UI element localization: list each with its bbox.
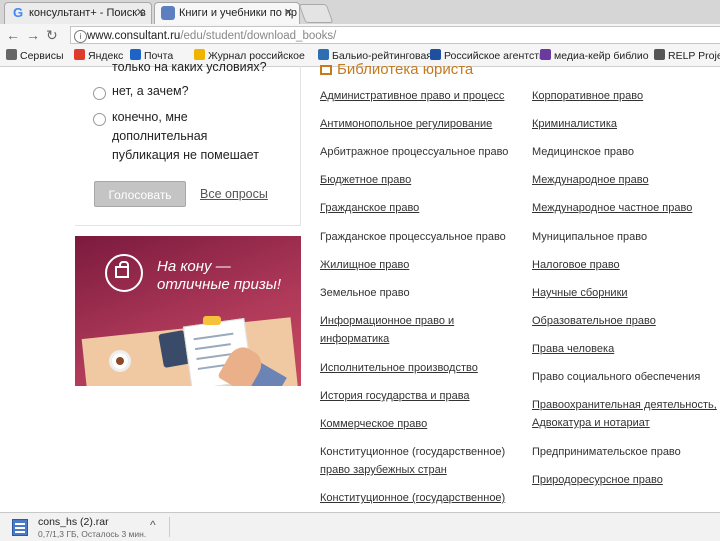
tab-title: консультант+ - Поиск в <box>29 7 146 19</box>
poll-option-yes-line2[interactable]: дополнительная <box>112 129 207 143</box>
chevron-up-icon[interactable]: ^ <box>150 518 156 532</box>
banner-line1: На кону — <box>157 258 231 275</box>
poll-option-yes-line1[interactable]: конечно, мне <box>112 110 188 124</box>
download-status: 0,7/1,3 ГБ, Осталось 3 мин. <box>38 529 147 539</box>
vote-button[interactable]: Голосовать <box>94 181 186 207</box>
library-link[interactable]: Земельное право <box>320 286 410 301</box>
rating-icon <box>318 49 329 60</box>
library-link[interactable]: Налоговое право <box>532 258 620 273</box>
library-link[interactable]: Гражданское процессуальное право <box>320 230 506 245</box>
url-host: www.consultant.ru <box>87 30 181 42</box>
tab-consultant-search[interactable]: G консультант+ - Поиск в ✕ <box>4 2 152 24</box>
poll-option-yes-line3[interactable]: публикация не помешает <box>112 148 259 162</box>
gift-bow-icon <box>119 261 129 267</box>
poll-question-tail: только на каких условиях? <box>112 60 267 74</box>
info-icon[interactable]: i <box>74 30 87 43</box>
poll-radio-no[interactable] <box>93 87 106 100</box>
forward-icon[interactable]: → <box>26 27 40 43</box>
mail-icon <box>130 49 141 60</box>
bookmark-label: RELP Project <box>668 50 720 62</box>
bookmark-apps[interactable]: Сервисы <box>6 46 64 66</box>
bookmark-label: медиа-кейр библио <box>554 50 649 62</box>
library-link[interactable]: Медицинское право <box>532 145 634 160</box>
tab-strip: G консультант+ - Поиск в ✕ Книги и учебн… <box>0 0 720 25</box>
library-link[interactable]: История государства и права <box>320 389 470 404</box>
apps-grid-icon <box>6 49 17 60</box>
library-link[interactable]: Арбитражное процессуальное право <box>320 145 508 160</box>
library-link[interactable]: Жилищное право <box>320 258 409 273</box>
library-link[interactable]: Конституционное (государственное) <box>320 445 505 460</box>
library-link[interactable]: информатика <box>320 332 389 347</box>
library-link[interactable]: Образовательное право <box>532 314 656 329</box>
library-link[interactable]: право зарубежных стран <box>320 463 447 478</box>
reload-icon[interactable]: ↻ <box>46 27 58 44</box>
library-link[interactable]: Информационное право и <box>320 314 454 329</box>
download-filename[interactable]: cons_hs (2).rar <box>38 516 109 528</box>
clipboard-clip-illustration <box>203 316 221 325</box>
library-link[interactable]: Административное право и процесс <box>320 89 504 104</box>
url-path: /edu/student/download_books/ <box>180 30 337 42</box>
back-icon[interactable]: ← <box>6 27 20 43</box>
folder-icon <box>194 49 205 60</box>
library-title-text: Библиотека юриста <box>337 61 474 78</box>
close-tab-icon[interactable]: ✕ <box>136 3 145 23</box>
library-link[interactable]: Научные сборники <box>532 286 628 301</box>
library-link[interactable]: Природоресурсное право <box>532 473 663 488</box>
poll-radio-yes[interactable] <box>93 113 106 126</box>
yandex-icon <box>74 49 85 60</box>
library-icon <box>540 49 551 60</box>
library-link[interactable]: Коммерческое право <box>320 417 427 432</box>
library-link[interactable]: Муниципальное право <box>532 230 647 245</box>
bookmark-relp[interactable]: RELP Project <box>654 46 720 66</box>
google-icon: G <box>12 5 24 20</box>
gift-icon <box>115 266 129 278</box>
close-tab-icon[interactable]: ✕ <box>284 3 293 23</box>
library-link[interactable]: Бюджетное право <box>320 173 411 188</box>
all-polls-link[interactable]: Все опросы <box>200 187 268 201</box>
address-bar[interactable]: i www.consultant.ru/edu/student/download… <box>70 26 720 44</box>
tab-books[interactable]: Книги и учебники по пр ✕ <box>154 2 300 24</box>
library-link[interactable]: Криминалистика <box>532 117 617 132</box>
library-link[interactable]: Конституционное (государственное) <box>320 491 505 506</box>
archive-file-icon[interactable] <box>12 519 28 536</box>
divider <box>169 517 170 537</box>
library-link[interactable]: Гражданское право <box>320 201 419 216</box>
library-link[interactable]: Правоохранительная деятельность, <box>532 398 717 413</box>
bookmark-library[interactable]: медиа-кейр библио <box>540 46 649 66</box>
browser-toolbar: ← → ↻ i www.consultant.ru/edu/student/do… <box>0 24 720 46</box>
bookmark-label: Сервисы <box>20 50 64 62</box>
tab-title: Книги и учебники по пр <box>179 7 298 19</box>
library-link[interactable]: Международное право <box>532 173 649 188</box>
page-icon <box>654 49 665 60</box>
library-link[interactable]: Антимонопольное регулирование <box>320 117 492 132</box>
new-tab-button[interactable] <box>298 4 334 23</box>
agency-icon <box>430 49 441 60</box>
library-link[interactable]: Предпринимательское право <box>532 445 681 460</box>
library-book-icon <box>320 65 332 75</box>
library-link[interactable]: Корпоративное право <box>532 89 643 104</box>
consultant-favicon-icon <box>161 6 175 20</box>
library-link[interactable]: Международное частное право <box>532 201 692 216</box>
library-link[interactable]: Исполнительное производство <box>320 361 478 376</box>
banner-line2: отличные призы! <box>157 276 281 293</box>
library-title: Библиотека юриста <box>320 61 473 78</box>
library-link[interactable]: Адвокатура и нотариат <box>532 416 650 431</box>
prize-banner[interactable]: На кону — отличные призы! <box>75 236 301 386</box>
library-link[interactable]: Право социального обеспечения <box>532 370 700 385</box>
library-link[interactable]: Права человека <box>532 342 614 357</box>
coffee-cup-illustration <box>109 350 131 372</box>
download-bar: cons_hs (2).rar 0,7/1,3 ГБ, Осталось 3 м… <box>0 512 720 541</box>
poll-option-no[interactable]: нет, а зачем? <box>112 84 189 98</box>
